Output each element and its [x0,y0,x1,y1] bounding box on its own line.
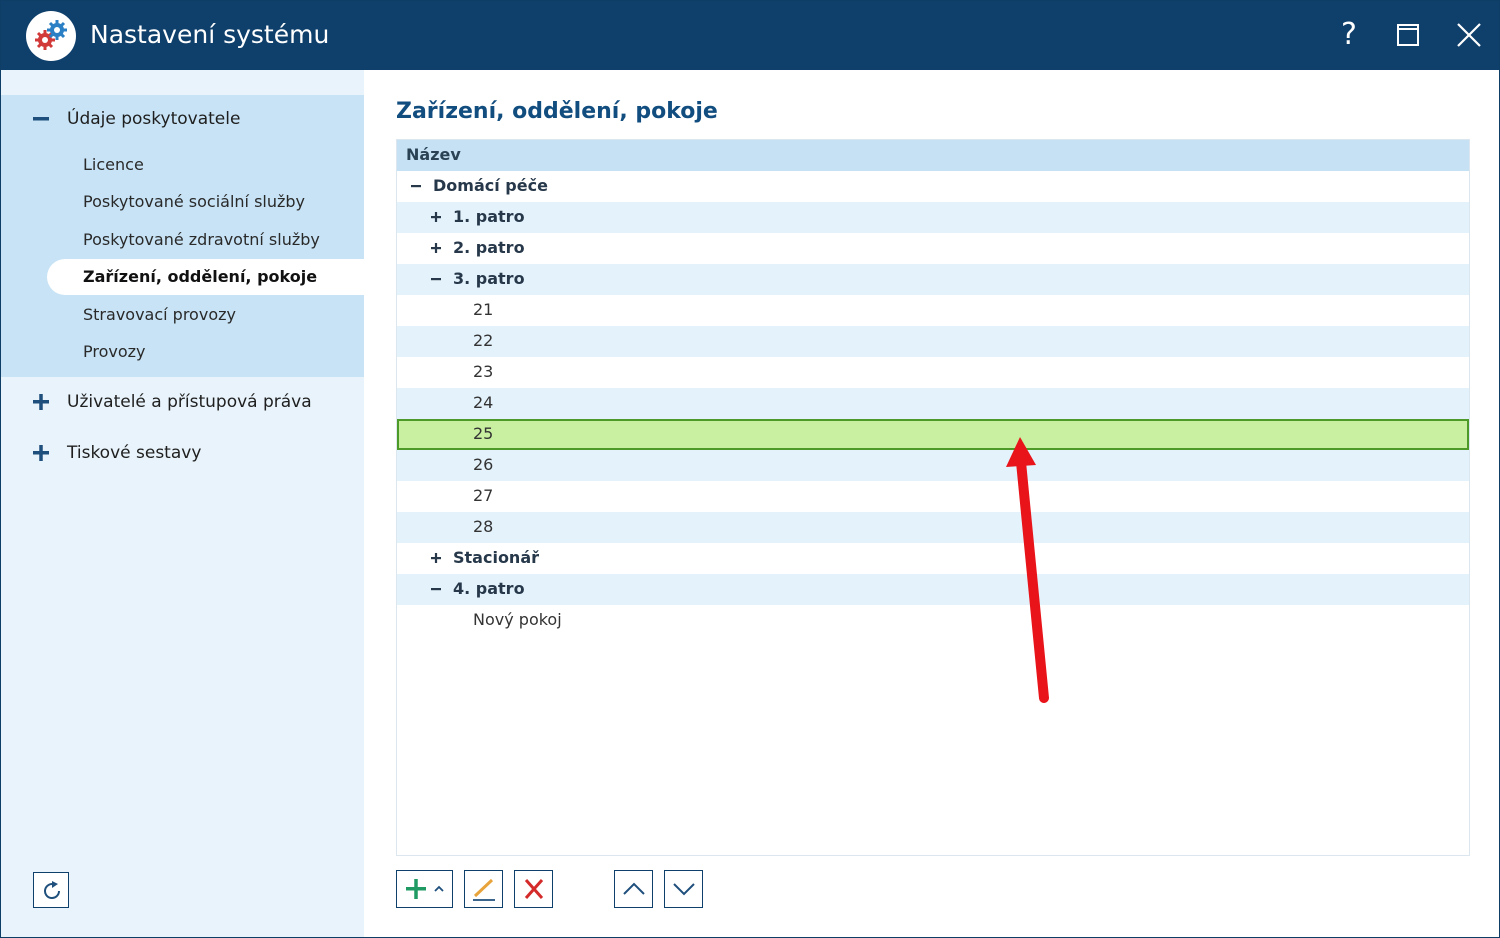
collapse-minus-icon [33,117,49,121]
help-button[interactable]: ? [1327,13,1371,57]
sidebar-item-catering[interactable]: Stravovací provozy [47,297,364,333]
table-row[interactable]: 26 [397,450,1469,481]
refresh-icon [44,881,61,900]
expand-plus-icon[interactable] [427,239,445,257]
row-label: 27 [473,486,494,505]
settings-window: Nastavení systému ? Údaje poskytovatele [0,0,1500,938]
row-label: Stacionář [453,548,540,567]
expand-plus-icon[interactable] [427,208,445,226]
edit-pencil-icon [473,878,495,901]
row-label: 22 [473,331,494,350]
row-label: 28 [473,517,494,536]
row-label: 2. patro [453,238,525,257]
row-label: 25 [473,424,494,443]
sidebar-item-label: Zařízení, oddělení, pokoje [83,267,318,286]
chevron-up-icon [623,882,645,895]
row-label: 3. patro [453,269,525,288]
expand-plus-icon[interactable] [427,549,445,567]
add-plus-icon [406,879,444,899]
app-logo-gears-icon [26,11,76,61]
collapse-minus-icon[interactable] [427,580,445,598]
table-row[interactable]: Domácí péče [397,171,1469,202]
table-row[interactable]: 2. patro [397,233,1469,264]
row-label: 23 [473,362,494,381]
sidebar-item-label: Poskytované zdravotní služby [83,230,320,249]
close-button[interactable] [1447,13,1491,57]
expand-plus-icon [33,445,49,461]
sidebar-item-health-services[interactable]: Poskytované zdravotní služby [47,222,364,258]
row-label: 26 [473,455,494,474]
table-row[interactable]: 21 [397,295,1469,326]
row-label: 21 [473,300,494,319]
edit-button[interactable] [464,870,503,908]
nav-group-label: Tiskové sestavy [67,443,202,463]
row-label: 4. patro [453,579,525,598]
row-label: Domácí péče [433,176,548,195]
expand-plus-icon [33,394,49,410]
grid-header: Název [397,140,1469,171]
sidebar-item-facilities[interactable]: Zařízení, oddělení, pokoje [47,259,364,295]
close-icon [1457,23,1481,47]
table-row[interactable]: 24 [397,388,1469,419]
row-label: 24 [473,393,494,412]
table-row[interactable]: 28 [397,512,1469,543]
table-row[interactable]: 3. patro [397,264,1469,295]
table-row[interactable]: 22 [397,326,1469,357]
maximize-button[interactable] [1386,13,1430,57]
table-row[interactable]: 4. patro [397,574,1469,605]
delete-x-icon [524,879,544,899]
sidebar-item-licence[interactable]: Licence [47,147,364,183]
table-row[interactable]: Stacionář [397,543,1469,574]
page-title: Zařízení, oddělení, pokoje [396,99,718,124]
nav-group-users[interactable]: Uživatelé a přístupová práva [1,384,364,424]
sidebar-item-label: Poskytované sociální služby [83,192,306,211]
column-header-name[interactable]: Název [406,144,461,166]
delete-button[interactable] [514,870,553,908]
maximize-icon [1397,24,1419,46]
move-down-button[interactable] [664,870,703,908]
collapse-minus-icon[interactable] [407,177,425,195]
sidebar-item-operations[interactable]: Provozy [47,334,364,370]
table-row[interactable]: 1. patro [397,202,1469,233]
refresh-button[interactable] [33,872,69,908]
chevron-down-icon [673,883,695,896]
title-bar: Nastavení systému ? [1,1,1499,70]
sidebar-item-label: Stravovací provozy [83,305,236,324]
table-row-selected[interactable]: 25 [397,419,1469,450]
sidebar: Údaje poskytovatele Licence Poskytované … [1,70,364,937]
row-label: Nový pokoj [473,610,562,629]
nav-group-provider: Údaje poskytovatele Licence Poskytované … [1,95,364,377]
sidebar-item-label: Licence [83,155,144,174]
nav-group-print-reports[interactable]: Tiskové sestavy [1,435,364,475]
table-row[interactable]: 27 [397,481,1469,512]
window-title: Nastavení systému [90,20,330,49]
move-up-button[interactable] [614,870,653,908]
nav-group-label: Údaje poskytovatele [67,109,241,129]
nav-group-label: Uživatelé a přístupová práva [67,392,312,412]
facilities-tree-grid: Název Domácí péče 1. patro 2. patro 3. patr… [396,139,1470,856]
sidebar-item-social-services[interactable]: Poskytované sociální služby [47,184,364,220]
table-row[interactable]: Nový pokoj [397,605,1469,636]
row-label: 1. patro [453,207,525,226]
sidebar-item-label: Provozy [83,342,146,361]
collapse-minus-icon[interactable] [427,270,445,288]
add-button[interactable] [396,870,453,908]
nav-group-provider-header[interactable]: Údaje poskytovatele [1,101,364,141]
table-row[interactable]: 23 [397,357,1469,388]
